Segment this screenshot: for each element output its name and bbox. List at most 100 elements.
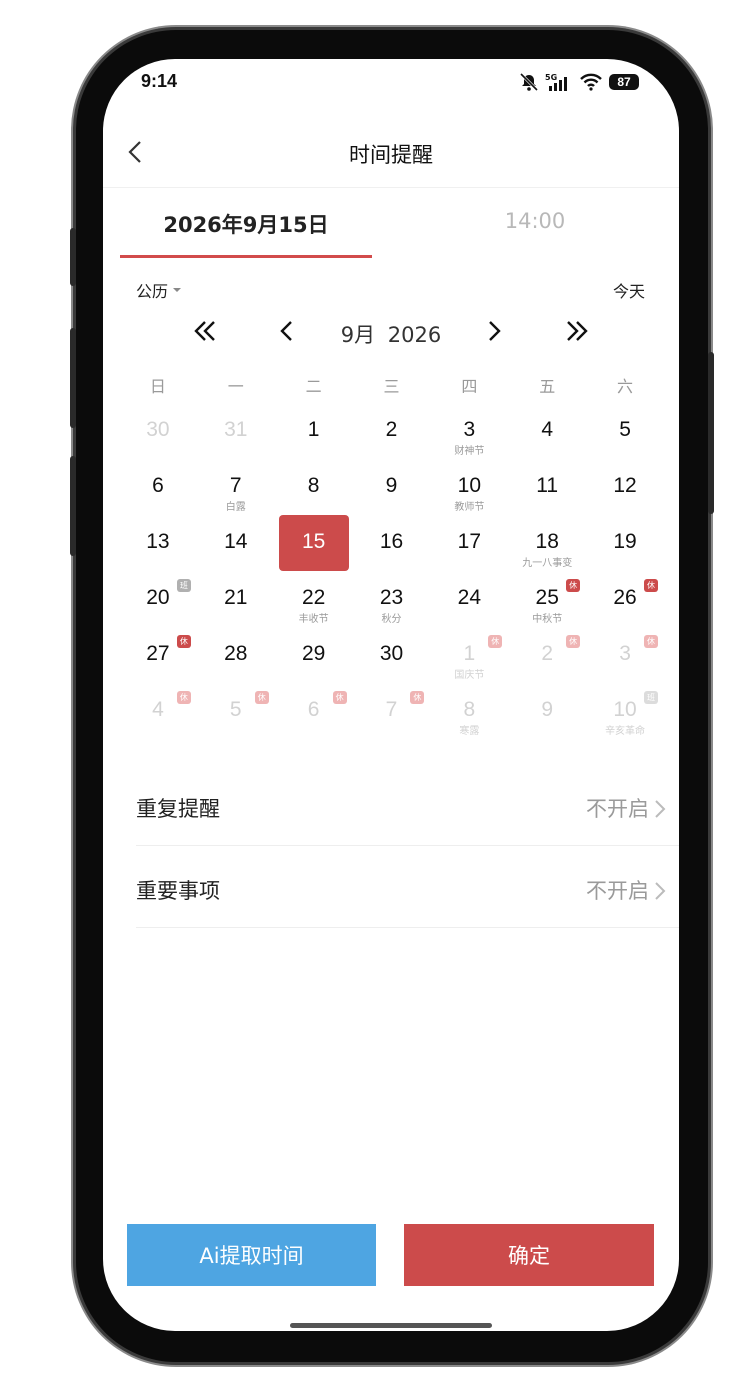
day-number: 9 (385, 474, 398, 497)
status-time: 9:14 (141, 71, 178, 91)
day-number: 19 (613, 530, 637, 553)
next-year-icon[interactable] (559, 316, 593, 346)
day-cell[interactable]: 1 国庆节 休 (430, 635, 508, 695)
day-cell[interactable]: 18 九一八事变 (508, 527, 586, 583)
today-button[interactable]: 今天 (613, 278, 645, 302)
day-festival-label: 白露 (225, 502, 246, 513)
day-festival-label: 中秋节 (532, 614, 563, 625)
day-cell[interactable]: 19 (586, 527, 664, 583)
day-cell[interactable]: 9 (353, 471, 431, 527)
holiday-badge: 休 (254, 691, 269, 704)
repeat-reminder-label: 重复提醒 (136, 797, 220, 821)
tab-active-indicator (120, 255, 372, 258)
day-festival-label: 辛亥革命 (605, 726, 646, 737)
day-cell[interactable]: 16 (353, 527, 431, 583)
day-cell[interactable]: 9 (508, 695, 586, 751)
day-number: 31 (224, 418, 248, 441)
repeat-reminder-row[interactable]: 重复提醒 不开启 (136, 765, 679, 846)
day-cell[interactable]: 4休 (119, 691, 197, 751)
tab-date[interactable]: 2026年9月15日 (120, 209, 372, 239)
day-number: 3 (463, 418, 476, 441)
day-number: 25 (535, 586, 559, 609)
day-cell[interactable]: 13 (119, 527, 197, 583)
day-cell[interactable]: 3 财神节 (430, 415, 508, 471)
day-number: 3 (619, 642, 631, 665)
day-cell[interactable]: 23 秋分 (353, 583, 431, 639)
day-cell[interactable]: 2 (353, 415, 431, 471)
day-cell[interactable]: 2休 (508, 635, 586, 695)
day-number: 2 (541, 642, 554, 665)
weekday-header: 日 一 二 三 四 五 六 (119, 373, 664, 403)
calendar-type-selector[interactable]: 公历 (136, 278, 182, 302)
day-cell[interactable]: 27 休 (119, 635, 197, 695)
chevron-right-icon (655, 882, 666, 900)
day-cell[interactable]: 29 (275, 639, 353, 695)
day-cell[interactable]: 28 (197, 639, 275, 695)
day-number: 28 (224, 642, 248, 665)
day-cell[interactable]: 3休 (586, 635, 664, 695)
day-cell[interactable]: 22 丰收节 (275, 583, 353, 639)
important-item-row[interactable]: 重要事项 不开启 (136, 847, 679, 928)
calendar-grid: 日 一 二 三 四 五 六 30 31 1 2 3 财神节 4 5 6 7 白露 8 9 10 教师节 11 1… (119, 373, 664, 751)
day-cell[interactable]: 5 (586, 415, 664, 471)
tab-time[interactable]: 14:00 (409, 209, 661, 233)
day-festival-label: 财神节 (454, 446, 485, 457)
day-number: 15 (301, 530, 326, 553)
day-number: 22 (301, 586, 326, 609)
page-title: 时间提醒 (349, 143, 433, 167)
weekday-label: 三 (383, 377, 400, 396)
day-number: 23 (379, 586, 404, 609)
day-cell[interactable]: 17 (430, 527, 508, 583)
day-cell[interactable]: 14 (197, 527, 275, 583)
day-cell[interactable]: 5休 (197, 691, 275, 751)
status-icons: 5G 87 (519, 71, 639, 93)
day-cell[interactable]: 21 (197, 583, 275, 639)
day-number: 7 (229, 474, 242, 497)
day-cell[interactable]: 25 中秋节 休 (508, 579, 586, 639)
day-festival-label: 教师节 (454, 502, 485, 513)
weekday-label: 日 (149, 377, 166, 396)
important-item-label: 重要事项 (136, 879, 220, 903)
day-cell[interactable]: 10 辛亥革命 班 (586, 691, 664, 751)
weekday-label: 一 (227, 377, 244, 396)
day-cell[interactable]: 24 (430, 583, 508, 639)
day-number: 10 (613, 698, 637, 721)
day-cell[interactable]: 6 (119, 471, 197, 527)
day-number: 21 (224, 586, 248, 609)
holiday-badge: 休 (332, 691, 347, 704)
day-number: 29 (301, 642, 326, 665)
day-cell[interactable]: 6休 (275, 691, 353, 751)
screen: 9:14 5G 87 时间提醒 2026年9月15日 14:00 公历 今天 9… (103, 59, 679, 1331)
day-number: 24 (457, 586, 482, 609)
day-festival-label: 国庆节 (454, 670, 485, 681)
day-number: 20 (146, 586, 170, 609)
day-cell[interactable]: 7 白露 (197, 471, 275, 527)
svg-text:5G: 5G (545, 73, 557, 82)
ai-extract-time-button[interactable]: Ai提取时间 (127, 1224, 376, 1286)
day-cell[interactable]: 20 班 (119, 579, 197, 639)
day-cell[interactable]: 30 (353, 639, 431, 695)
day-number: 9 (541, 698, 554, 721)
next-month-icon[interactable] (477, 316, 511, 346)
day-cell[interactable]: 31 (197, 415, 275, 471)
day-number: 5 (229, 698, 242, 721)
day-cell[interactable]: 8 寒露 (430, 695, 508, 751)
day-cell[interactable]: 11 (508, 471, 586, 527)
day-cell[interactable]: 7休 (353, 691, 431, 751)
day-number: 26 (613, 586, 637, 609)
battery-icon: 87 (609, 74, 639, 90)
workday-badge: 班 (643, 691, 658, 704)
weekday-label: 六 (617, 377, 634, 396)
day-cell[interactable]: 12 (586, 471, 664, 527)
day-cell[interactable]: 26 休 (586, 579, 664, 639)
day-cell[interactable]: 4 (508, 415, 586, 471)
day-cell[interactable]: 1 (275, 415, 353, 471)
workday-badge: 班 (176, 579, 191, 592)
day-cell[interactable]: 30 (119, 415, 197, 471)
day-number: 4 (541, 418, 554, 441)
day-cell[interactable]: 10 教师节 (430, 471, 508, 527)
day-cell-selected[interactable]: 15 (275, 515, 353, 583)
day-number: 17 (457, 530, 482, 553)
day-festival-label: 秋分 (381, 614, 402, 625)
confirm-button[interactable]: 确定 (404, 1224, 654, 1286)
